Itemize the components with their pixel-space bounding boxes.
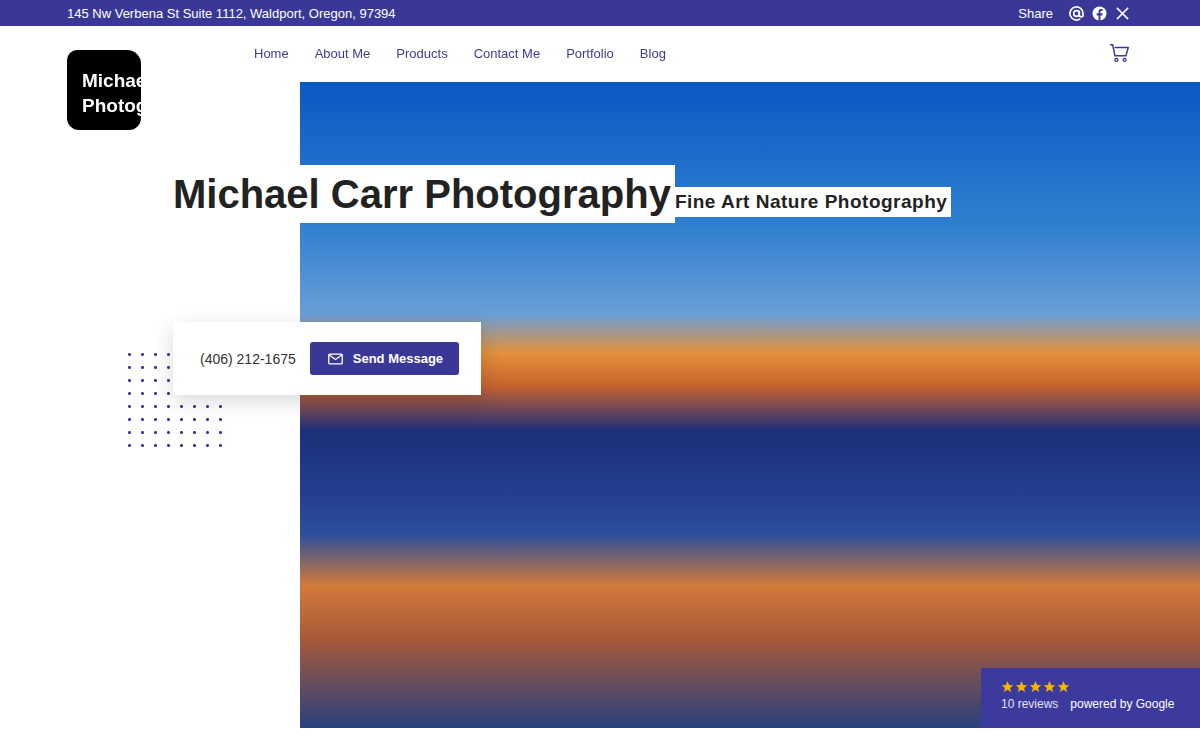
star-icon	[1029, 680, 1042, 693]
send-message-button[interactable]: Send Message	[310, 342, 459, 375]
nav: Home About Me Products Contact Me Portfolio B…	[254, 46, 666, 61]
cart-icon[interactable]	[1109, 42, 1131, 64]
mail-icon	[328, 353, 343, 365]
logo[interactable]: Michael CarrPhotography	[66, 48, 206, 132]
nav-item[interactable]: Portfolio	[566, 46, 614, 61]
threads-icon[interactable]	[1069, 6, 1084, 21]
share-group: Share	[1018, 6, 1130, 21]
nav-item[interactable]: Home	[254, 46, 289, 61]
stars	[1001, 680, 1190, 693]
hero-subtitle: Fine Art Nature Photography	[675, 187, 951, 217]
facebook-icon[interactable]	[1092, 6, 1107, 21]
reviews-badge[interactable]: 10 reviews powered by Google	[981, 668, 1200, 728]
star-icon	[1043, 680, 1056, 693]
top-bar: 145 Nw Verbena St Suite 1112, Waldport, …	[0, 0, 1200, 26]
nav-item[interactable]: Products	[396, 46, 447, 61]
headline: Michael Carr PhotographyFine Art Nature …	[173, 165, 951, 223]
logo-text: Michael CarrPhotography	[66, 48, 206, 118]
header: Michael CarrPhotographyHomeAbout MeProdu…	[0, 26, 1200, 82]
nav-item[interactable]: Blog	[640, 46, 666, 61]
nav-item[interactable]: Contact Me	[474, 46, 540, 61]
reviews-count: 10 reviews	[1001, 697, 1058, 711]
phone-number[interactable]: (406) 212-1675	[200, 351, 296, 367]
star-icon	[1001, 680, 1014, 693]
contact-card: (406) 212-1675 Send Message	[173, 322, 481, 395]
address: 145 Nw Verbena St Suite 1112, Waldport, …	[67, 6, 396, 21]
page: 145 Nw Verbena St Suite 1112, Waldport, …	[0, 0, 1200, 750]
reviews-provider: powered by Google	[1070, 697, 1174, 711]
x-icon[interactable]	[1115, 6, 1130, 21]
nav-item[interactable]: About Me	[315, 46, 371, 61]
hero: 10 reviews powered by Google Michael Carr …	[0, 82, 1200, 750]
star-icon	[1015, 680, 1028, 693]
star-icon	[1057, 680, 1070, 693]
share-label: Share	[1018, 6, 1053, 21]
hero-title: Michael Carr Photography	[173, 165, 675, 223]
